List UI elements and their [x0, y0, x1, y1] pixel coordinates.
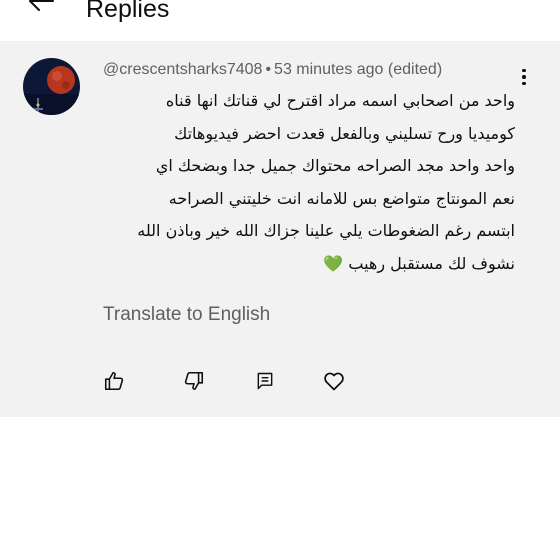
arrow-left-icon: [29, 0, 54, 11]
avatar-image: [23, 58, 80, 115]
like-button[interactable]: [101, 368, 127, 394]
page-title: Replies: [86, 0, 170, 23]
avatar[interactable]: [23, 58, 80, 115]
comment-line: واحد من اصحابي اسمه مراد اقترح لي قناتك …: [165, 91, 515, 110]
reply-icon: [257, 372, 273, 390]
comment-line: نعم المونتاج متواضع بس للامانه انت خليتن…: [168, 188, 515, 208]
comment-text: واحد من اصحابي اسمه مراد اقترح لي قناتك …: [95, 85, 515, 281]
heart-button[interactable]: [321, 368, 347, 394]
comment-meta: @crescentsharks7408 • 53 minutes ago (edit…: [103, 61, 442, 79]
comment-line: ابتسم رغم الضغوطات يلي علينا جزاك الله خ…: [137, 221, 515, 241]
more-vertical-icon-dot: [522, 75, 526, 79]
meta-separator: •: [265, 61, 272, 78]
more-options-button[interactable]: [514, 66, 534, 88]
app-header: Replies: [0, 0, 560, 40]
reply-button[interactable]: [252, 368, 278, 394]
green-heart-emoji: 💚: [323, 253, 344, 273]
comment-line: كوميديا ورح تسليني وبالفعل قعدت احضر فيد…: [174, 123, 515, 143]
like-icon: [104, 371, 124, 391]
timestamp: 53 minutes ago (edited): [274, 61, 443, 78]
more-vertical-icon-dot: [522, 81, 526, 86]
comment-card: @crescentsharks7408 • 53 minutes ago (edit…: [0, 41, 560, 417]
username[interactable]: @crescentsharks7408: [103, 61, 262, 78]
back-button[interactable]: [26, 0, 56, 16]
heart-icon: [324, 372, 344, 391]
comment-last-line: نشوف لك مستقبل رهيب 💚: [95, 248, 515, 281]
more-vertical-icon-dot: [522, 68, 526, 73]
dislike-button[interactable]: [181, 368, 207, 394]
dislike-icon: [184, 371, 204, 391]
comment-line: واحد واحد مجد الصراحه محتواك جميل جدا وب…: [155, 156, 515, 176]
translate-link[interactable]: Translate to English: [103, 304, 270, 326]
comment-line: نشوف لك مستقبل رهيب: [348, 253, 515, 273]
